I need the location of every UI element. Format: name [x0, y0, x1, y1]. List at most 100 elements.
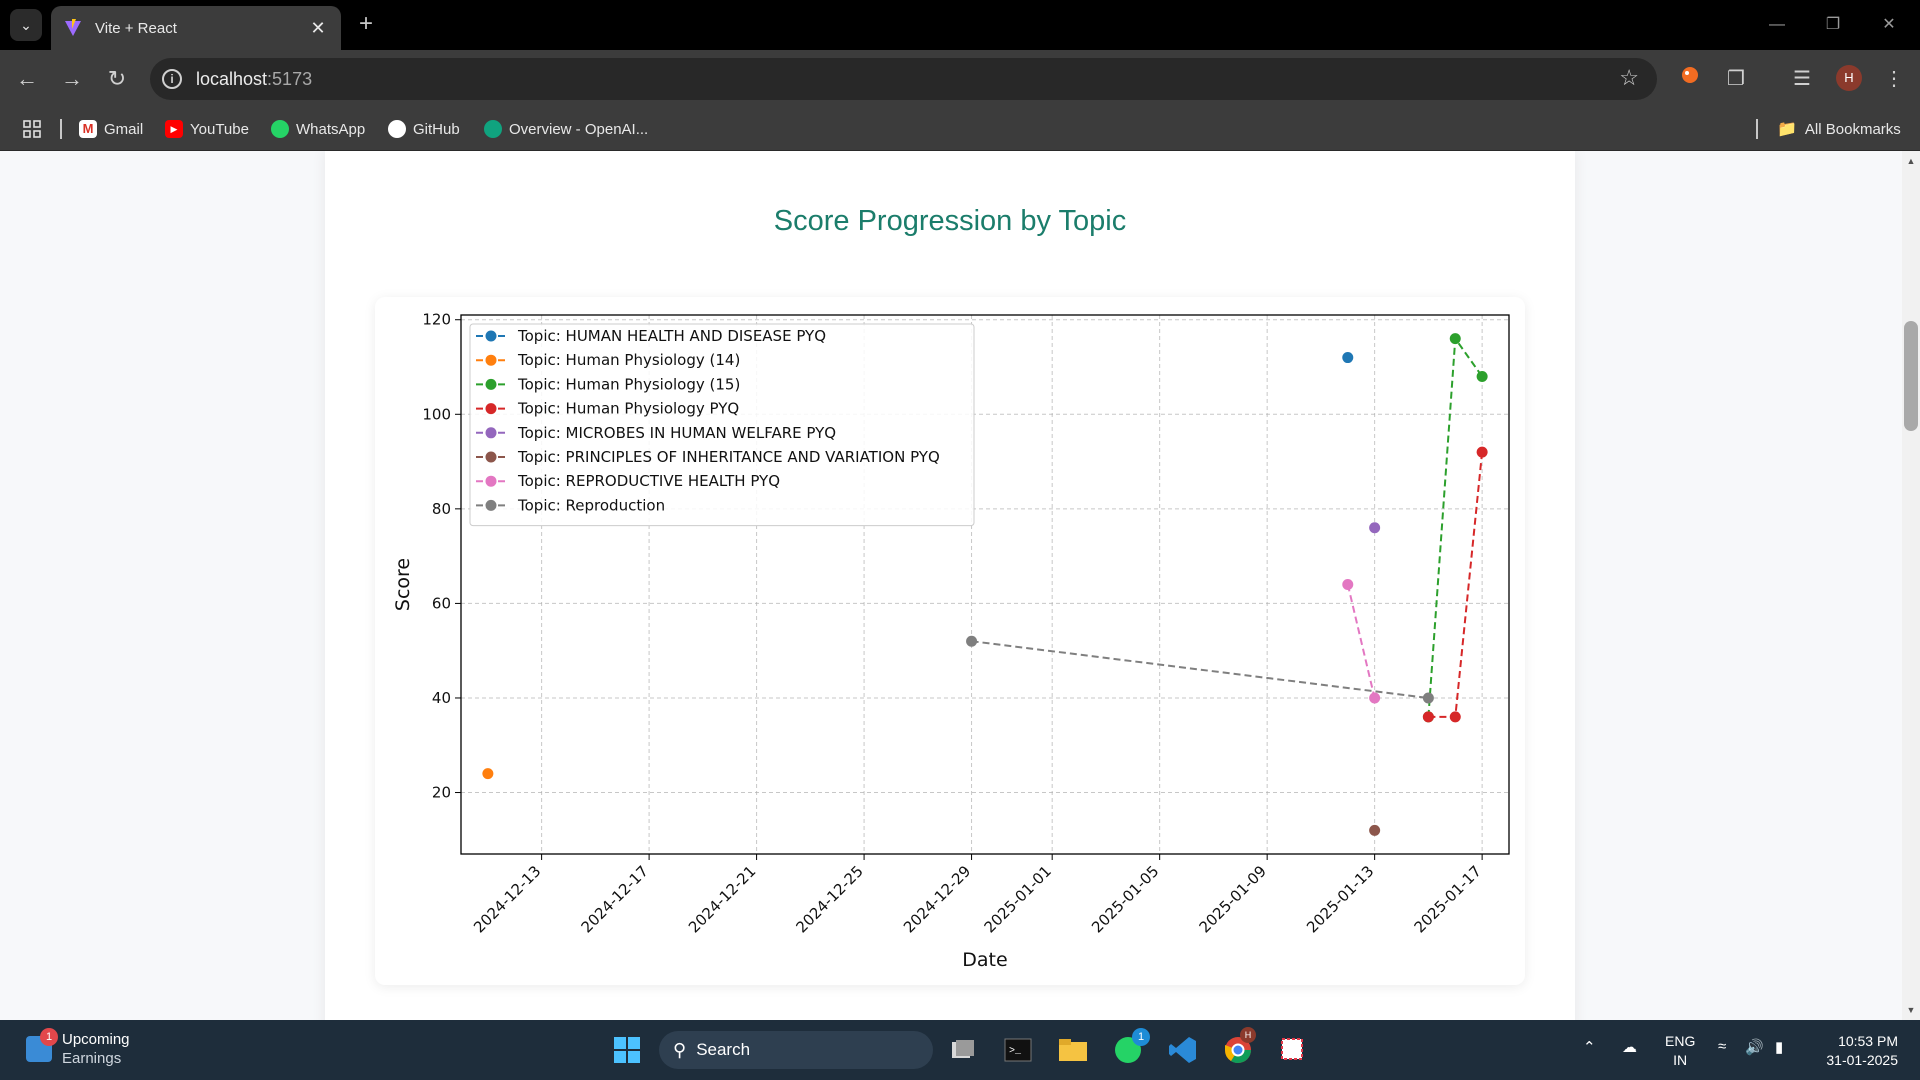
x-tick-label: 2025-01-05 — [1088, 862, 1162, 936]
score-chart: 20 40 60 80 100 120 2024-12-13 2024-12-17 2024-1… — [392, 311, 1510, 971]
widget-subtitle: Earnings — [62, 1050, 122, 1067]
active-tab[interactable]: Vite + React ✕ — [51, 6, 341, 50]
data-point — [1449, 333, 1461, 345]
y-axis-label: Score — [392, 558, 414, 611]
bookmark-star-icon[interactable]: ☆ — [1619, 65, 1639, 91]
apps-grid-icon[interactable] — [22, 117, 42, 141]
scroll-down-icon[interactable]: ▼ — [1902, 1002, 1920, 1018]
reload-button[interactable]: ↻ — [100, 62, 134, 96]
tab-title: Vite + React — [95, 19, 177, 37]
legend-label: Topic: Human Physiology (15) — [517, 375, 740, 393]
wifi-icon[interactable]: ≈ — [1718, 1038, 1726, 1055]
legend-label: Topic: REPRODUCTIVE HEALTH PYQ — [517, 472, 780, 490]
legend-marker — [485, 427, 497, 439]
close-window-button[interactable]: ✕ — [1874, 12, 1904, 38]
legend-marker — [485, 354, 497, 366]
series-line — [1346, 584, 1376, 699]
media-control-icon[interactable]: ☰ — [1786, 63, 1818, 95]
new-tab-button[interactable]: + — [352, 10, 380, 38]
restore-button[interactable]: ❐ — [1818, 12, 1848, 38]
data-point — [1369, 824, 1381, 836]
snipping-tool-button[interactable] — [1275, 1032, 1311, 1068]
data-point — [1369, 522, 1381, 534]
data-point — [1449, 711, 1461, 723]
y-tick-label: 40 — [432, 689, 451, 707]
tab-search-button[interactable]: ⌄ — [10, 9, 42, 41]
page-scrollbar[interactable]: ▲ ▼ — [1902, 151, 1920, 1020]
battery-icon[interactable]: ▮ — [1775, 1038, 1783, 1056]
data-point — [1369, 692, 1381, 704]
task-view-button[interactable] — [945, 1032, 981, 1068]
x-tick-label: 2025-01-09 — [1196, 862, 1270, 936]
x-tick-label: 2024-12-29 — [900, 862, 974, 936]
onedrive-icon[interactable]: ☁ — [1622, 1038, 1637, 1056]
bookmark-separator — [60, 119, 62, 139]
bookmark-openai[interactable]: Overview - OpenAI... — [484, 117, 648, 141]
file-explorer-button[interactable] — [1055, 1032, 1091, 1068]
legend-marker — [485, 403, 497, 415]
forward-button[interactable]: → — [55, 62, 89, 96]
url-text[interactable]: localhost:5173 — [196, 69, 312, 90]
language-indicator[interactable]: ENG IN — [1665, 1032, 1695, 1070]
x-tick-label: 2025-01-13 — [1303, 862, 1377, 936]
legend-marker — [485, 499, 497, 511]
chevron-down-icon: ⌄ — [20, 16, 32, 33]
bookmark-label: Overview - OpenAI... — [509, 120, 649, 138]
extensions-puzzle-icon[interactable]: ❐ — [1720, 63, 1752, 95]
widget-title: Upcoming — [62, 1031, 130, 1048]
bookmark-separator — [1756, 119, 1758, 139]
chrome-app-button[interactable]: H — [1220, 1027, 1256, 1068]
whatsapp-icon — [271, 120, 289, 138]
clock-date: 31-01-2025 — [1826, 1052, 1898, 1068]
bookmark-github[interactable]: GitHub — [388, 117, 460, 141]
site-info-icon[interactable]: i — [162, 69, 182, 89]
legend-label: Topic: Human Physiology PYQ — [517, 400, 739, 418]
bookmark-gmail[interactable]: M Gmail — [79, 117, 143, 141]
fox-extension-icon — [1682, 67, 1698, 83]
folder-icon — [1059, 1039, 1087, 1061]
widgets-button[interactable]: 1 Upcoming Earnings — [26, 1028, 130, 1068]
tab-close-icon[interactable]: ✕ — [307, 18, 329, 39]
svg-text:>_: >_ — [1009, 1046, 1022, 1057]
data-point — [482, 768, 494, 780]
terminal-app-button[interactable]: >_ — [1000, 1032, 1036, 1068]
windows-logo-icon — [614, 1037, 640, 1063]
x-tick-label: 2024-12-21 — [685, 862, 759, 936]
extension-icon[interactable] — [1674, 63, 1706, 95]
chrome-profile-badge: H — [1240, 1027, 1256, 1043]
vscode-icon — [1169, 1037, 1196, 1063]
legend-marker — [485, 451, 497, 463]
legend-label: Topic: MICROBES IN HUMAN WELFARE PYQ — [517, 424, 836, 442]
address-bar[interactable]: i localhost:5173 ☆ — [150, 58, 1657, 100]
x-tick-label: 2025-01-01 — [981, 862, 1055, 936]
scroll-up-icon[interactable]: ▲ — [1902, 153, 1920, 169]
volume-icon[interactable]: 🔊 — [1745, 1038, 1764, 1056]
minimize-button[interactable]: — — [1762, 12, 1792, 38]
bookmark-youtube[interactable]: ▶ YouTube — [165, 117, 249, 141]
x-tick-label: 2024-12-13 — [470, 862, 544, 936]
youtube-icon: ▶ — [165, 120, 183, 138]
menu-kebab-icon[interactable]: ⋮ — [1878, 63, 1910, 95]
all-bookmarks-button[interactable]: 📁 All Bookmarks — [1777, 117, 1901, 141]
data-point — [1476, 446, 1488, 458]
x-axis-label: Date — [962, 949, 1007, 971]
scroll-thumb[interactable] — [1904, 321, 1918, 431]
legend-marker — [485, 330, 497, 342]
grid-icon — [23, 120, 41, 138]
profile-avatar[interactable]: H — [1836, 65, 1862, 91]
page-viewport: Score Progression by Topic 20 40 60 80 100 12… — [0, 151, 1902, 1020]
clock-time: 10:53 PM — [1838, 1033, 1898, 1049]
whatsapp-app-button[interactable]: 1 — [1110, 1028, 1150, 1068]
data-point — [1476, 370, 1488, 382]
stock-widget-icon: 1 — [26, 1028, 58, 1062]
terminal-icon: >_ — [1004, 1038, 1032, 1062]
vscode-app-button[interactable] — [1165, 1032, 1201, 1068]
show-hidden-icons-button[interactable]: ⌃ — [1583, 1038, 1596, 1056]
back-button[interactable]: ← — [10, 62, 44, 96]
legend-label: Topic: Human Physiology (14) — [517, 351, 740, 369]
x-tick-label: 2024-12-25 — [793, 862, 867, 936]
taskbar-search[interactable]: ⚲ Search — [659, 1031, 933, 1069]
clock[interactable]: 10:53 PM 31-01-2025 — [1810, 1032, 1898, 1070]
start-button[interactable] — [609, 1032, 645, 1068]
bookmark-whatsapp[interactable]: WhatsApp — [271, 117, 365, 141]
